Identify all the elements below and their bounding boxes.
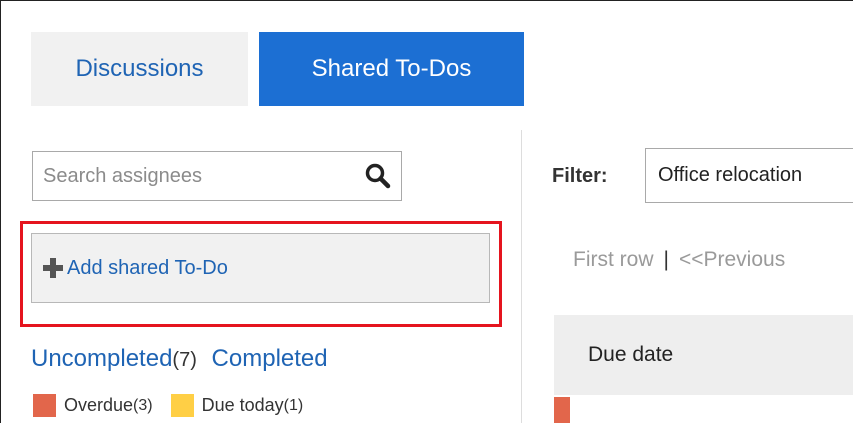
due-today-swatch [170,394,194,417]
completed-link[interactable]: Completed [212,345,328,372]
column-divider [521,130,522,423]
due-today-label: Due today [201,395,284,415]
filter-select[interactable]: Office relocation [645,148,853,203]
filter-selected-value: Office relocation [658,164,803,186]
add-shared-todo-button[interactable]: Add shared To-Do [31,233,490,303]
filter-label: Filter: [552,165,608,187]
status-legend: Overdue (3) Due today (1) [33,394,303,417]
search-icon[interactable] [364,162,392,190]
table-header: Due date [554,315,853,395]
uncompleted-label: Uncompleted [31,345,173,372]
uncompleted-count: (7) [172,349,197,371]
column-header-due-date[interactable]: Due date [588,343,673,367]
status-links: Uncompleted(7) Completed [31,345,328,373]
tab-shared-todos[interactable]: Shared To-Dos [259,32,524,106]
pager: First row | <<Previous [573,248,785,272]
pager-separator: | [663,248,669,271]
overdue-row-marker [554,397,570,423]
tab-discussions[interactable]: Discussions [31,32,248,106]
due-today-count: (1) [283,396,304,414]
first-row-link[interactable]: First row [573,248,654,271]
overdue-count: (3) [133,396,153,414]
search-box [32,151,402,201]
add-shared-todo-label: Add shared To-Do [67,256,228,279]
plus-icon [43,258,63,278]
overdue-swatch [33,394,56,417]
uncompleted-link[interactable]: Uncompleted [31,345,172,372]
search-input[interactable] [33,152,353,200]
previous-link[interactable]: <<Previous [679,248,785,271]
overdue-label: Overdue [64,395,134,415]
